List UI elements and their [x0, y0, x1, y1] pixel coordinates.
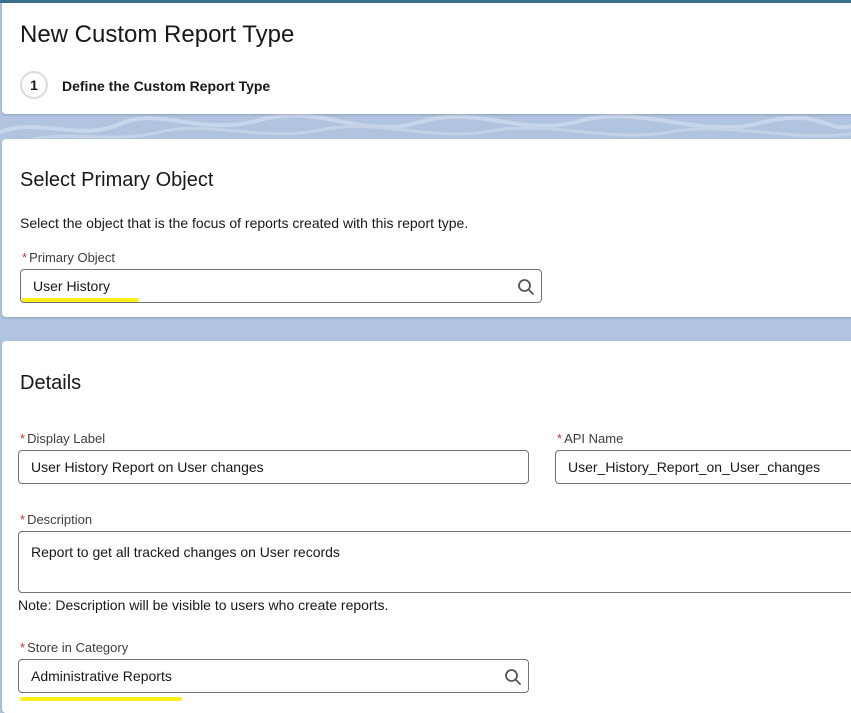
category-label: * Store in Category [20, 640, 128, 655]
required-marker: * [20, 512, 26, 527]
description-textarea[interactable]: Report to get all tracked changes on Use… [18, 531, 851, 593]
display-label-label-text: Display Label [27, 431, 106, 446]
api-name-label-text: API Name [564, 431, 624, 446]
primary-object-label-text: Primary Object [29, 250, 116, 265]
primary-object-value: User History [33, 278, 111, 294]
description-label: * Description [20, 512, 92, 527]
display-label-label: * Display Label [20, 431, 105, 446]
required-marker: * [557, 431, 563, 446]
primary-object-card: Select Primary Object Select the object … [2, 139, 851, 317]
page-title: New Custom Report Type [20, 21, 295, 48]
required-marker: * [20, 640, 26, 655]
category-highlight [20, 697, 182, 701]
step-number-badge: 1 [20, 71, 48, 99]
category-value: Administrative Reports [31, 668, 172, 684]
header-card: New Custom Report Type 1 Define the Cust… [2, 3, 851, 114]
display-label-input[interactable]: User History Report on User changes [18, 450, 529, 484]
description-value: Report to get all tracked changes on Use… [31, 544, 340, 560]
primary-object-label: * Primary Object [22, 250, 115, 265]
search-icon[interactable] [504, 668, 522, 686]
details-card: Details * Display Label User History Repo… [2, 341, 851, 713]
category-input[interactable]: Administrative Reports [18, 659, 529, 693]
search-icon[interactable] [517, 278, 535, 296]
api-name-label: * API Name [557, 431, 623, 446]
primary-object-help-text: Select the object that is the focus of r… [20, 215, 469, 231]
display-label-value: User History Report on User changes [31, 459, 264, 475]
primary-object-highlight [22, 298, 139, 302]
category-label-text: Store in Category [27, 640, 129, 655]
details-section-title: Details [20, 372, 82, 394]
description-label-text: Description [27, 512, 93, 527]
api-name-value: User_History_Report_on_User_changes [568, 459, 821, 475]
required-marker: * [22, 250, 28, 265]
background-pattern [0, 113, 851, 142]
step-label: Define the Custom Report Type [62, 78, 271, 94]
description-note: Note: Description will be visible to use… [18, 597, 389, 613]
required-marker: * [20, 431, 26, 446]
primary-object-section-title: Select Primary Object [20, 169, 214, 191]
api-name-input[interactable]: User_History_Report_on_User_changes [555, 450, 851, 484]
